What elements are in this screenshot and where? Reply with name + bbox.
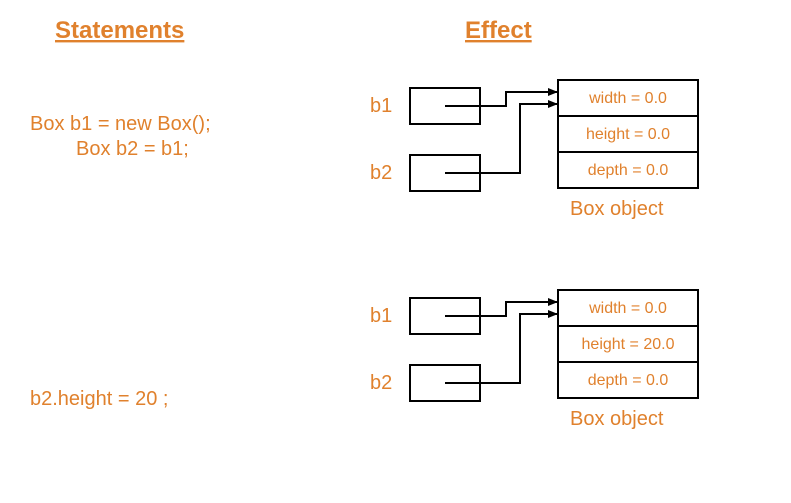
obj1-depth: depth = 0.0 <box>588 162 669 179</box>
obj2-depth: depth = 0.0 <box>588 372 669 389</box>
var-b2-label-1: b2 <box>370 162 392 184</box>
var-b1-label-2: b1 <box>370 305 392 327</box>
obj1-width: width = 0.0 <box>588 90 667 107</box>
box-object-1: width = 0.0 height = 0.0 depth = 0.0 <box>558 80 698 188</box>
statements-heading: Statements <box>55 17 184 44</box>
obj2-width: width = 0.0 <box>588 300 667 317</box>
var-b1-label-1: b1 <box>370 95 392 117</box>
code-line-2: Box b2 = b1; <box>76 138 189 160</box>
box-object-label-2: Box object <box>570 408 664 430</box>
obj1-height: height = 0.0 <box>586 126 670 143</box>
box-object-2: width = 0.0 height = 20.0 depth = 0.0 <box>558 290 698 398</box>
box-object-label-1: Box object <box>570 198 664 220</box>
arrow-b2-obj2 <box>445 314 557 383</box>
obj2-height: height = 20.0 <box>582 336 675 353</box>
code-line-3: b2.height = 20 ; <box>30 388 168 410</box>
code-line-1: Box b1 = new Box(); <box>30 113 211 135</box>
var-b2-label-2: b2 <box>370 372 392 394</box>
arrow-b2-obj1 <box>445 104 557 173</box>
effect-heading: Effect <box>465 17 532 44</box>
